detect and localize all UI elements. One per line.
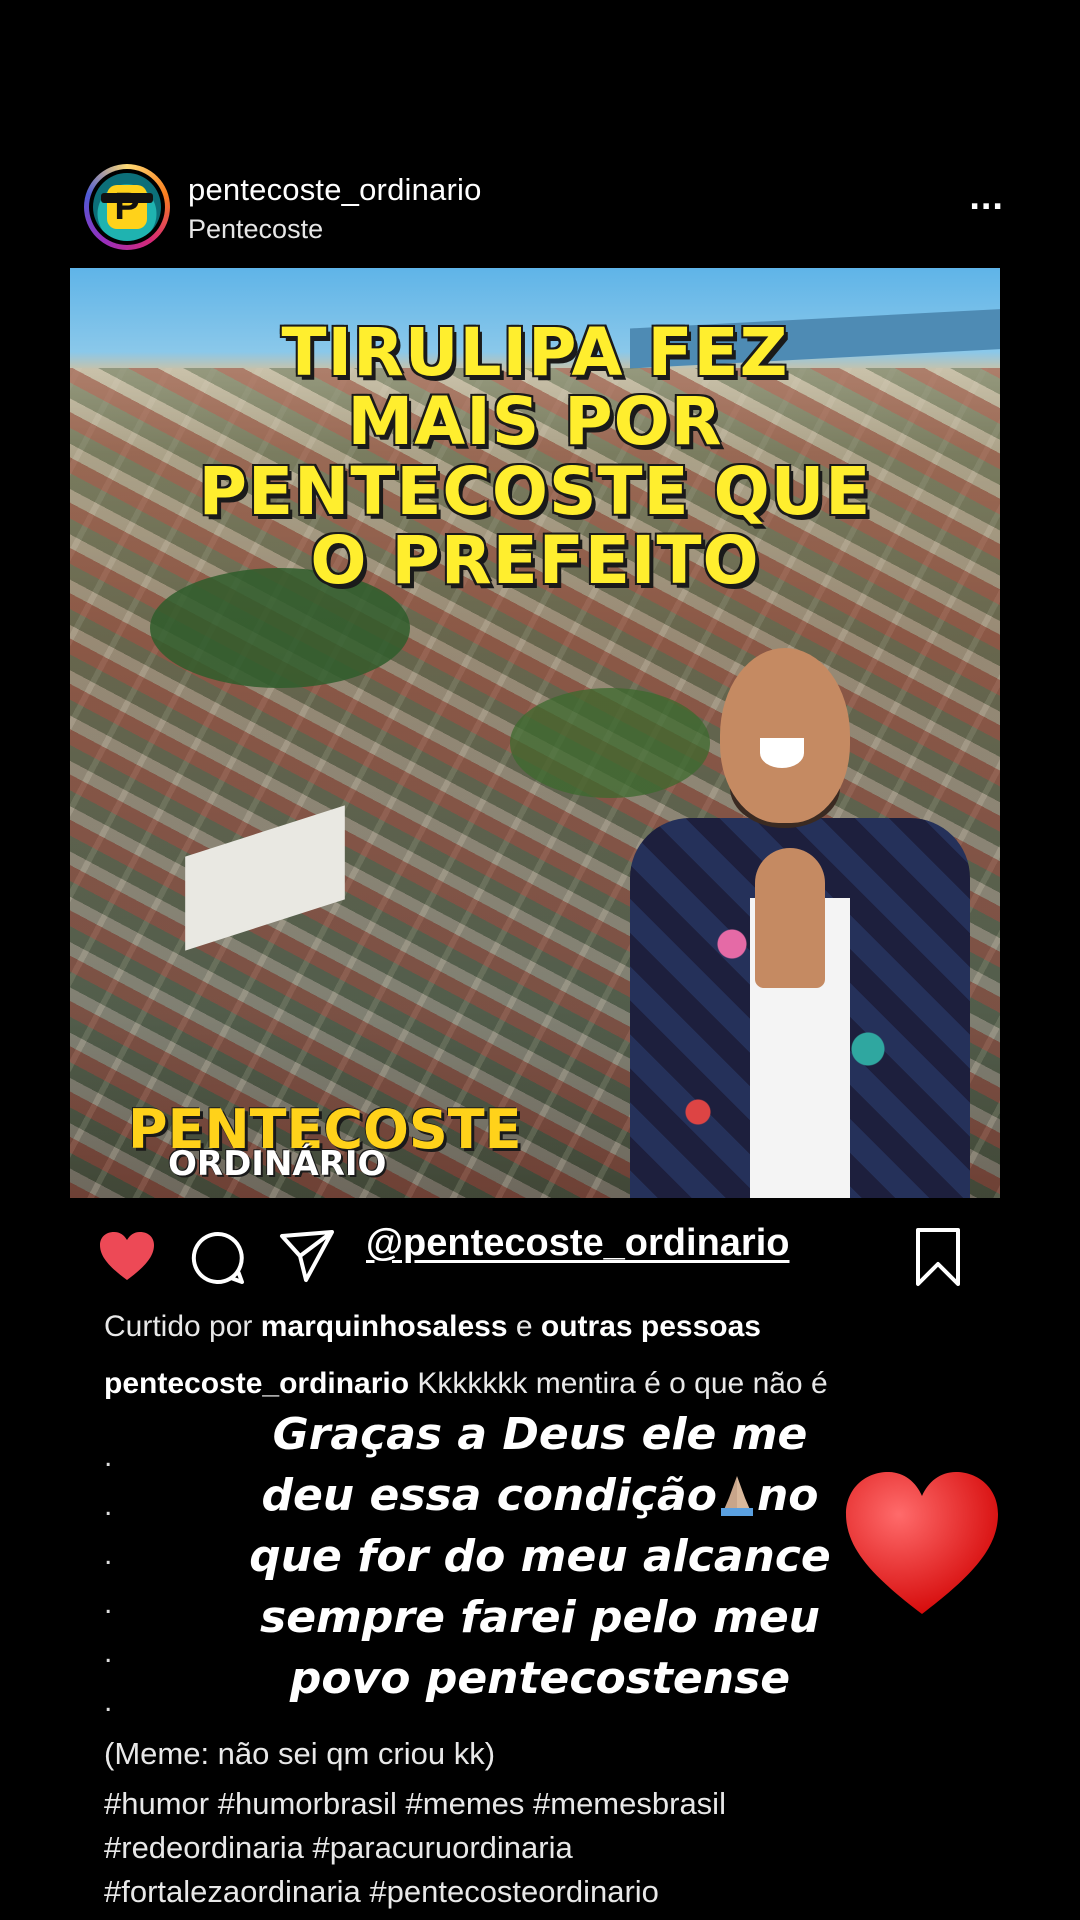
- share-icon[interactable]: [278, 1228, 336, 1284]
- hashtags: #humor #humorbrasil #memes #memesbrasil …: [104, 1782, 1004, 1914]
- brand-watermark-bottom: ORDINÁRIO: [168, 1144, 387, 1184]
- post-location[interactable]: Pentecoste: [188, 214, 323, 245]
- caption-text: Kkkkkkk mentira é o que não é: [417, 1367, 828, 1400]
- headline-line: PENTECOSTE QUE: [198, 452, 872, 530]
- liked-by-user[interactable]: marquinhosaless: [261, 1310, 508, 1343]
- hashtag-line[interactable]: #humor #humorbrasil #memes #memesbrasil: [104, 1782, 1004, 1826]
- post-image[interactable]: TIRULIPA FEZ MAIS POR PENTECOSTE QUE O P…: [70, 268, 1000, 1198]
- like-heart-icon[interactable]: [98, 1230, 156, 1282]
- headline-line: MAIS POR: [347, 383, 723, 461]
- liked-by-others[interactable]: outras pessoas: [541, 1310, 761, 1343]
- headline-line: O PREFEITO: [310, 521, 760, 599]
- hashtag-line[interactable]: #fortalezaordinaria #pentecosteordinario: [104, 1870, 1004, 1914]
- hashtag-line[interactable]: #redeordinaria #paracuruordinaria: [104, 1826, 1004, 1870]
- caption-author[interactable]: pentecoste_ordinario: [104, 1367, 409, 1400]
- more-options-icon[interactable]: ...: [969, 176, 1004, 219]
- post-header: P pentecoste_ordinario Pentecoste ...: [84, 164, 1004, 254]
- liked-by: Curtido por marquinhosaless e outras pes…: [104, 1310, 761, 1343]
- profile-avatar[interactable]: P: [84, 164, 170, 250]
- comment-icon[interactable]: [190, 1230, 246, 1286]
- red-heart-emoji-icon: [846, 1472, 998, 1614]
- story-text-overlay: Graças a Deus ele me deu essa condição n…: [249, 1409, 831, 1704]
- avatar-logo-icon: P: [93, 173, 161, 241]
- headline-line: TIRULIPA FEZ: [281, 314, 789, 391]
- action-bar: @pentecoste_ordinario: [0, 1212, 1080, 1292]
- meme-headline: TIRULIPA FEZ MAIS POR PENTECOSTE QUE O P…: [70, 318, 1000, 595]
- bookmark-icon[interactable]: [912, 1226, 964, 1288]
- praying-man-figure: [630, 648, 970, 1198]
- mention-sticker[interactable]: @pentecoste_ordinario: [366, 1222, 789, 1265]
- post-caption: pentecoste_ordinario Kkkkkkk mentira é o…: [104, 1364, 984, 1404]
- caption-dots: . . . . . .: [104, 1440, 113, 1718]
- post-username[interactable]: pentecoste_ordinario: [188, 172, 482, 208]
- meme-credit: (Meme: não sei qm criou kk): [104, 1736, 496, 1771]
- praying-hands-icon: [720, 1476, 753, 1516]
